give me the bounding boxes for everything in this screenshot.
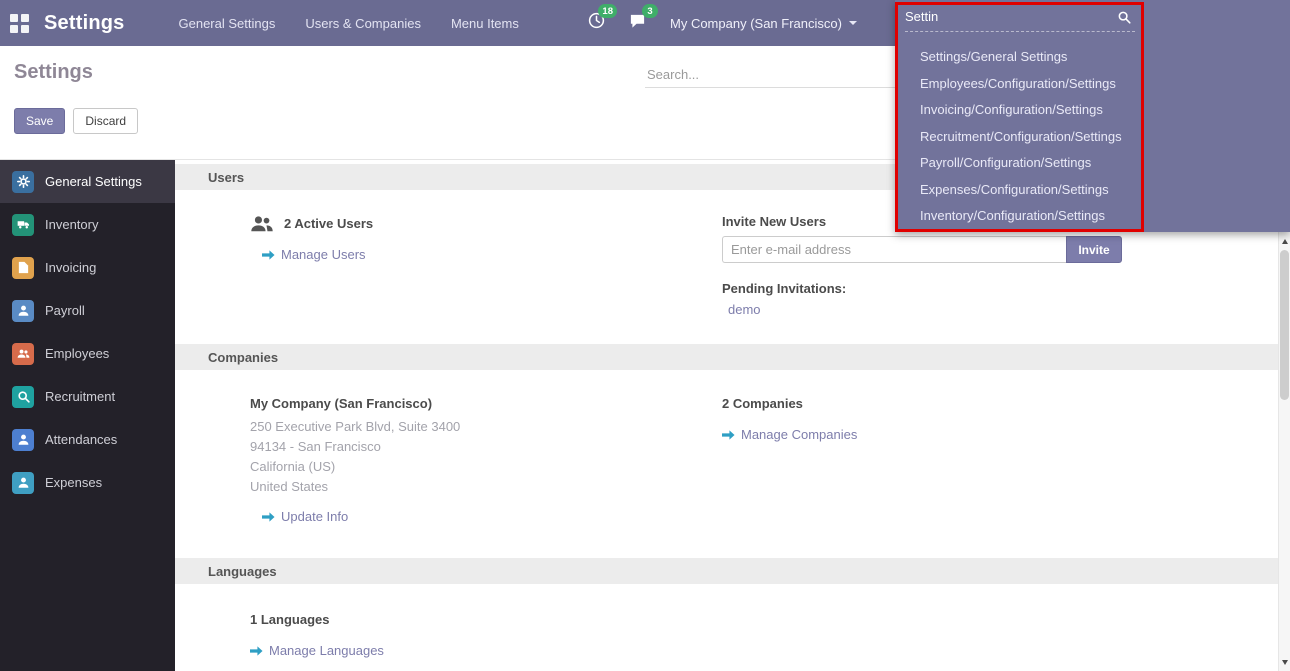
odoo-settings-screen: Settings General Settings Users & Compan… (0, 0, 1290, 671)
sidebar-item-label: Invoicing (45, 260, 96, 275)
apps-menu-button[interactable] (0, 14, 38, 33)
arrow-right-icon (722, 430, 735, 440)
search-result-item[interactable]: Expenses/Configuration/Settings (895, 177, 1290, 204)
search-result-item[interactable]: Settings/General Settings (895, 44, 1290, 71)
menu-search-box (905, 0, 1135, 32)
scroll-up-button[interactable] (1279, 234, 1290, 248)
magnifier-icon (12, 386, 34, 408)
attendance-person-icon (12, 429, 34, 451)
arrow-right-icon (262, 512, 275, 522)
sidebar-item-label: Recruitment (45, 389, 115, 404)
sidebar-item-inventory[interactable]: Inventory (0, 203, 175, 246)
sidebar-item-label: Expenses (45, 475, 102, 490)
settings-content: Users 2 Active Users Manage Users Invite… (175, 160, 1278, 671)
sidebar-item-label: General Settings (45, 174, 142, 189)
address-line: 250 Executive Park Blvd, Suite 3400 (250, 417, 722, 437)
search-result-item[interactable]: Invoicing/Configuration/Settings (895, 97, 1290, 124)
expense-person-icon (12, 472, 34, 494)
sidebar-item-label: Inventory (45, 217, 98, 232)
app-title: Settings (44, 12, 125, 35)
sidebar-item-label: Payroll (45, 303, 85, 318)
sidebar-item-general-settings[interactable]: General Settings (0, 160, 175, 203)
sidebar-item-invoicing[interactable]: Invoicing (0, 246, 175, 289)
settings-sidebar: General Settings Inventory Invoicing Pay… (0, 160, 175, 671)
sidebar-item-employees[interactable]: Employees (0, 332, 175, 375)
manage-languages-link[interactable]: Manage Languages (250, 643, 722, 658)
people-icon (12, 343, 34, 365)
languages-count: 1 Languages (250, 612, 722, 627)
companies-count: 2 Companies (722, 396, 1232, 411)
triangle-down-icon (1282, 660, 1288, 665)
sidebar-item-attendances[interactable]: Attendances (0, 418, 175, 461)
chevron-down-icon (849, 21, 857, 25)
company-switcher[interactable]: My Company (San Francisco) (670, 16, 857, 31)
invoice-document-icon (12, 257, 34, 279)
gear-icon (12, 171, 34, 193)
address-line: California (US) (250, 457, 722, 477)
payroll-person-icon (12, 300, 34, 322)
manage-users-link[interactable]: Manage Users (262, 247, 722, 262)
invite-button[interactable]: Invite (1066, 236, 1122, 263)
active-users-count: 2 Active Users (284, 216, 373, 231)
systray: 18 3 My Company (San Francisco) (588, 0, 857, 46)
companies-section: My Company (San Francisco) 250 Executive… (175, 370, 1278, 558)
search-result-item[interactable]: Employees/Configuration/Settings (895, 71, 1290, 98)
companies-section-header: Companies (175, 344, 1278, 370)
scrollbar-thumb[interactable] (1280, 250, 1289, 400)
sidebar-item-recruitment[interactable]: Recruitment (0, 375, 175, 418)
truck-icon (12, 214, 34, 236)
discard-button[interactable]: Discard (73, 108, 138, 134)
company-address: 250 Executive Park Blvd, Suite 3400 9413… (250, 417, 722, 497)
search-result-item[interactable]: Payroll/Configuration/Settings (895, 150, 1290, 177)
apps-grid-icon (10, 14, 29, 33)
pending-invitations-label: Pending Invitations: (722, 281, 1232, 296)
menu-menu-items[interactable]: Menu Items (451, 16, 519, 31)
scroll-down-button[interactable] (1279, 655, 1290, 669)
search-result-item[interactable]: Inventory/Configuration/Settings (895, 203, 1290, 230)
messages-badge: 3 (642, 4, 658, 18)
sidebar-item-label: Attendances (45, 432, 117, 447)
menu-search-input[interactable] (905, 9, 1095, 24)
sidebar-item-payroll[interactable]: Payroll (0, 289, 175, 332)
languages-section-header: Languages (175, 558, 1278, 584)
group-icon (250, 214, 274, 233)
messages-button[interactable]: 3 (629, 12, 646, 34)
arrow-right-icon (262, 250, 275, 260)
triangle-up-icon (1282, 239, 1288, 244)
address-line: 94134 - San Francisco (250, 437, 722, 457)
activities-badge: 18 (598, 4, 617, 18)
search-result-item[interactable]: Recruitment/Configuration/Settings (895, 124, 1290, 151)
update-info-link[interactable]: Update Info (262, 509, 722, 524)
manage-companies-link[interactable]: Manage Companies (722, 427, 1232, 442)
menu-general-settings[interactable]: General Settings (179, 16, 276, 31)
sidebar-item-expenses[interactable]: Expenses (0, 461, 175, 504)
search-icon[interactable] (1117, 10, 1131, 29)
control-panel-buttons: Save Discard (14, 108, 138, 134)
page-title: Settings (14, 61, 93, 84)
save-button[interactable]: Save (14, 108, 65, 134)
menu-users-companies[interactable]: Users & Companies (305, 16, 421, 31)
menu-search-results: Settings/General Settings Employees/Conf… (895, 44, 1290, 230)
active-users-line: 2 Active Users (250, 214, 722, 233)
menu-search-dropdown: Settings/General Settings Employees/Conf… (895, 0, 1290, 232)
sidebar-item-label: Employees (45, 346, 109, 361)
company-switcher-label: My Company (San Francisco) (670, 16, 842, 31)
address-line: United States (250, 477, 722, 497)
invite-email-input[interactable] (722, 236, 1066, 263)
pending-user-link[interactable]: demo (728, 302, 1232, 317)
company-name: My Company (San Francisco) (250, 396, 722, 411)
languages-section: 1 Languages Manage Languages (175, 584, 1278, 658)
navbar-menu: General Settings Users & Companies Menu … (179, 16, 519, 31)
vertical-scrollbar[interactable] (1278, 232, 1290, 671)
invite-email-group: Invite (722, 236, 1122, 263)
activities-button[interactable]: 18 (588, 12, 605, 34)
arrow-right-icon (250, 646, 263, 656)
